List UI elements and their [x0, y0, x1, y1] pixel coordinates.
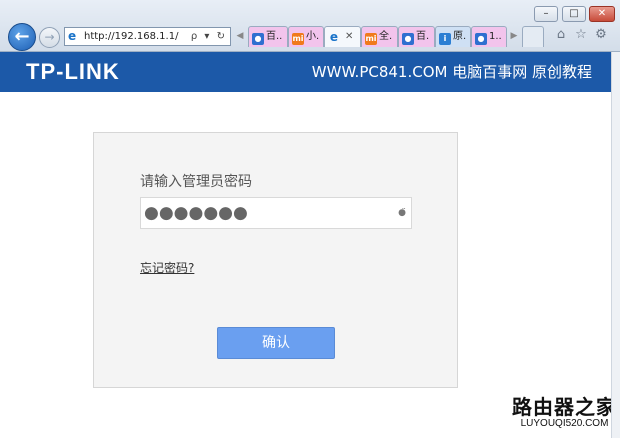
tab-scroll-left-icon[interactable]: ◀ [234, 27, 246, 46]
watermark: 路由器之家 LUYOUQI520.COM [512, 396, 617, 430]
tab-4[interactable]: mi 全. [361, 26, 398, 47]
home-icon[interactable]: ⌂ [554, 28, 568, 42]
back-arrow-icon: ← [14, 26, 30, 47]
address-url[interactable]: http://192.168.1.1/ [84, 28, 178, 45]
paw-icon: ● [252, 33, 264, 45]
tab-label: 百. [416, 31, 430, 42]
tab-3-active[interactable]: e ✕ [324, 26, 361, 47]
close-tab-icon[interactable]: ✕ [345, 31, 353, 42]
new-tab-button[interactable] [522, 26, 544, 47]
confirm-button[interactable]: 确认 [217, 327, 335, 359]
star-icon[interactable]: ☆ [574, 28, 588, 42]
paw-icon: ● [475, 33, 487, 45]
tab-1[interactable]: ● 百.. [248, 26, 288, 47]
close-window-button[interactable]: ✕ [589, 6, 615, 22]
tab-label: 全. [379, 31, 393, 42]
tab-label: 1.. [489, 31, 502, 42]
forward-button[interactable]: → [39, 27, 60, 48]
mi-icon: mi [292, 33, 304, 45]
login-card: 请输入管理员密码 ●●●●●●● ●̈ 忘记密码? 确认 [93, 132, 458, 388]
tab-label: 百.. [266, 31, 283, 42]
address-bar[interactable]: e http://192.168.1.1/ ρ ▾ ↻ [64, 27, 231, 46]
page-content: TP-LINK WWW.PC841.COM 电脑百事网 原创教程 请输入管理员密… [0, 52, 620, 438]
ie-icon: e [68, 29, 77, 43]
header-tagline: WWW.PC841.COM 电脑百事网 原创教程 [311, 63, 592, 81]
tab-6[interactable]: i 原. [435, 26, 471, 47]
paw-icon: ● [402, 33, 414, 45]
gear-icon[interactable]: ⚙ [594, 28, 608, 42]
tab-5[interactable]: ● 百. [398, 26, 435, 47]
eye-icon[interactable]: ●̈ [398, 208, 406, 218]
router-header: TP-LINK WWW.PC841.COM 电脑百事网 原创教程 [0, 52, 612, 92]
password-value: ●●●●●●● [144, 203, 248, 223]
ie-icon: e [329, 30, 339, 44]
scrollbar[interactable] [611, 52, 620, 438]
maximize-button[interactable]: □ [562, 6, 586, 22]
watermark-url: LUYOUQI520.COM [520, 418, 609, 429]
watermark-title: 路由器之家 [512, 395, 617, 419]
back-button[interactable]: ← [8, 23, 36, 51]
tab-7[interactable]: ● 1.. [471, 26, 507, 47]
tplink-logo: TP-LINK [26, 59, 120, 84]
browser-chrome: – □ ✕ ← → e http://192.168.1.1/ ρ ▾ ↻ ◀ … [0, 0, 620, 52]
tab-2[interactable]: mi 小. [288, 26, 324, 47]
address-tools[interactable]: ρ ▾ ↻ [191, 28, 227, 45]
minimize-button[interactable]: – [534, 6, 558, 22]
forgot-password-link[interactable]: 忘记密码? [140, 259, 194, 276]
tab-scroll-right-icon[interactable]: ▶ [508, 27, 520, 46]
mi-icon: mi [365, 33, 377, 45]
tab-label: 原. [453, 31, 467, 42]
password-input[interactable]: ●●●●●●● ●̈ [140, 197, 412, 229]
info-icon: i [439, 33, 451, 45]
forward-arrow-icon: → [44, 30, 55, 44]
tab-label: 小. [306, 31, 320, 42]
password-prompt: 请输入管理员密码 [140, 174, 252, 190]
